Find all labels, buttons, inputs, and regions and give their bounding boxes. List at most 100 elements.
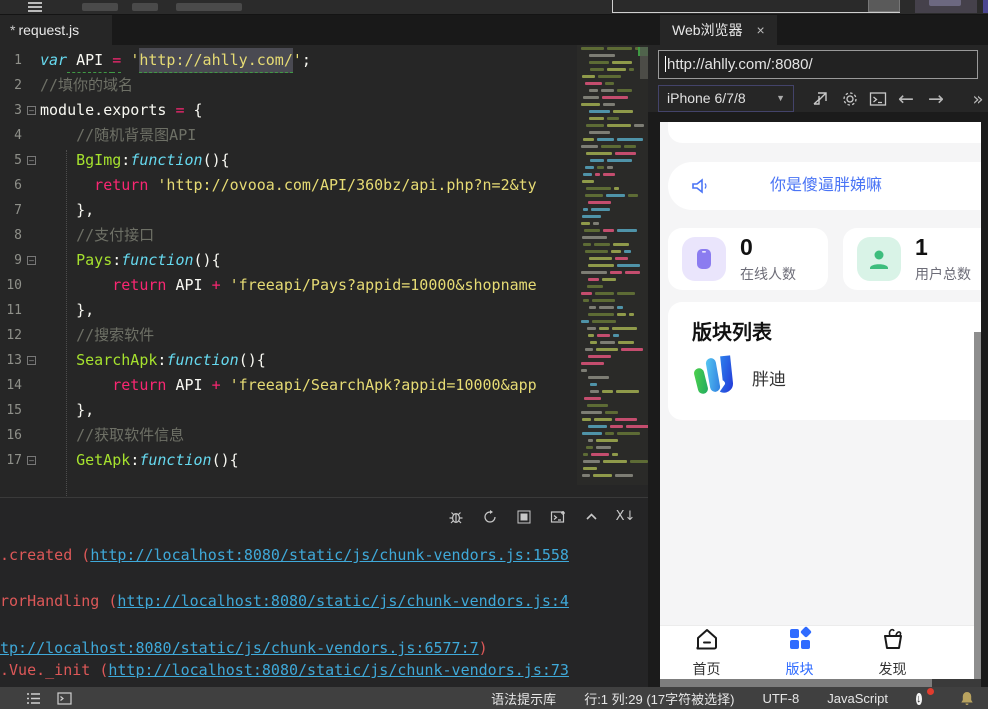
code-line[interactable]: 10 return API + 'freeapi/Pays?appid=1000…: [0, 273, 577, 298]
code-token: (){: [239, 348, 266, 373]
clear-icon[interactable]: X↓: [617, 508, 634, 525]
code-line[interactable]: 4 //随机背景图API: [0, 123, 577, 148]
encoding[interactable]: UTF-8: [762, 691, 799, 706]
code-line[interactable]: 7 },: [0, 198, 577, 223]
indent-guide: [66, 150, 67, 497]
code-line[interactable]: 1var API = 'http://ahlly.com/';: [0, 48, 577, 73]
code-line[interactable]: 2//填你的域名: [0, 73, 577, 98]
terminal-icon[interactable]: [866, 87, 890, 111]
code-editor[interactable]: 1var API = 'http://ahlly.com/';2//填你的域名3…: [0, 45, 648, 497]
back-icon[interactable]: ←: [894, 87, 918, 111]
fold-toggle-icon[interactable]: –: [27, 256, 36, 265]
fold-toggle-icon[interactable]: –: [27, 456, 36, 465]
browser-tab-label: Web浏览器: [672, 15, 743, 45]
tab-首页[interactable]: 首页: [660, 626, 753, 679]
code-token: =: [112, 48, 121, 73]
vertical-scrollbar[interactable]: [974, 332, 981, 679]
horizontal-scrollbar[interactable]: [660, 679, 981, 687]
fold-toggle-icon[interactable]: –: [27, 156, 36, 165]
announcement-text: 你是傻逼胖娣嘛: [668, 162, 981, 210]
line-number: 9: [0, 248, 26, 273]
url-input[interactable]: http://ahlly.com/:8080/: [658, 50, 978, 79]
code-token: module.exports: [40, 98, 175, 123]
global-search-input[interactable]: [612, 0, 900, 13]
fold-column: [26, 323, 40, 348]
code-line[interactable]: 8 //支付接口: [0, 223, 577, 248]
fold-column: [26, 423, 40, 448]
code-line[interactable]: 5– BgImg:function(){: [0, 148, 577, 173]
code-line[interactable]: 13– SearchApk:function(){: [0, 348, 577, 373]
stack-trace-link[interactable]: http://localhost:8080/static/js/chunk-ve…: [117, 592, 569, 610]
toolbar-item[interactable]: [82, 3, 118, 11]
code-line[interactable]: 9– Pays:function(){: [0, 248, 577, 273]
gear-icon[interactable]: [838, 87, 862, 111]
code-line[interactable]: 17– GetApk:function(){: [0, 448, 577, 473]
code-token: :: [130, 448, 139, 473]
toolbar-item[interactable]: [176, 3, 242, 11]
collapse-icon[interactable]: [583, 508, 600, 525]
code-token: Pays: [40, 248, 112, 273]
console-line: .Vue._init (http://localhost:8080/static…: [0, 661, 569, 679]
minimap-viewport[interactable]: [640, 47, 648, 79]
code-token: =: [175, 98, 184, 123]
browser-tabstrip: Web浏览器 ×: [648, 15, 988, 45]
close-icon[interactable]: ×: [757, 15, 765, 45]
code-token: :: [121, 148, 130, 173]
scrollbar-thumb[interactable]: [660, 679, 932, 687]
stack-trace-link[interactable]: http://localhost:8080/static/js/chunk-ve…: [108, 661, 569, 679]
fold-column: [26, 398, 40, 423]
code-line[interactable]: 14 return API + 'freeapi/SearchApk?appid…: [0, 373, 577, 398]
stat-card-total[interactable]: 1 用户总数: [843, 228, 981, 290]
tab-web-browser[interactable]: Web浏览器 ×: [660, 15, 777, 45]
fold-toggle-icon[interactable]: –: [27, 356, 36, 365]
code-line[interactable]: 16 //获取软件信息: [0, 423, 577, 448]
device-select[interactable]: iPhone 6/7/8 ▼: [658, 85, 794, 112]
fold-toggle-icon[interactable]: –: [27, 106, 36, 115]
code-token: ;: [302, 48, 311, 73]
board-item[interactable]: 胖迪: [692, 352, 786, 403]
stop-icon[interactable]: [515, 508, 532, 525]
tab-发现[interactable]: 发现: [846, 626, 939, 679]
stat-card-online[interactable]: 0 在线人数: [668, 228, 828, 290]
tab-版块[interactable]: 版块: [753, 626, 846, 679]
forward-icon[interactable]: →: [924, 87, 948, 111]
code-token: API: [67, 48, 112, 73]
more-icon[interactable]: »: [966, 87, 988, 111]
bottom-tabbar: 首页 版块 发现 我: [660, 625, 981, 679]
syntax-lib-status[interactable]: 语法提示库: [491, 689, 556, 708]
outline-list-icon[interactable]: [26, 692, 41, 705]
code-line[interactable]: 3–module.exports = {: [0, 98, 577, 123]
browser-toolbar: http://ahlly.com/:8080/ iPhone 6/7/8 ▼ ←…: [648, 45, 988, 112]
bug-icon[interactable]: [447, 508, 464, 525]
code-line[interactable]: 12 //搜索软件: [0, 323, 577, 348]
announcement-bar[interactable]: 你是傻逼胖娣嘛: [668, 162, 981, 210]
tab-request-js[interactable]: *request.js: [0, 15, 112, 45]
toolbar-item[interactable]: [132, 3, 158, 11]
menu-icon[interactable]: [28, 2, 42, 12]
stat-label: 在线人数: [740, 264, 796, 284]
code-token: ': [130, 48, 139, 73]
search-button[interactable]: [868, 0, 900, 12]
run-button[interactable]: [915, 0, 977, 13]
language-mode[interactable]: JavaScript: [827, 691, 888, 706]
bell-icon[interactable]: [960, 691, 974, 706]
code-line[interactable]: 15 },: [0, 398, 577, 423]
update-download-icon[interactable]: ↓: [916, 690, 932, 706]
code-line[interactable]: 11 },: [0, 298, 577, 323]
terminal-add-icon[interactable]: [549, 508, 566, 525]
cursor-position[interactable]: 行:1 列:29 (17字符被选择): [584, 689, 734, 708]
editor-tabstrip: *request.js: [0, 15, 648, 45]
fold-column: [26, 198, 40, 223]
stack-trace-link[interactable]: tp://localhost:8080/static/js/chunk-vend…: [0, 639, 479, 657]
terminal-status-icon[interactable]: [57, 692, 72, 705]
fold-column: [26, 173, 40, 198]
minimap[interactable]: [577, 45, 648, 485]
stack-trace-link[interactable]: http://localhost:8080/static/js/chunk-ve…: [90, 546, 569, 564]
discover-icon: [880, 626, 906, 657]
code-line[interactable]: 6 return 'http://ovooa.com/API/360bz/api…: [0, 173, 577, 198]
restart-icon[interactable]: [481, 508, 498, 525]
user-icon: [857, 237, 901, 281]
console-line: tp://localhost:8080/static/js/chunk-vend…: [0, 639, 488, 657]
code-token: SearchApk: [40, 348, 157, 373]
open-external-icon[interactable]: [808, 87, 832, 111]
